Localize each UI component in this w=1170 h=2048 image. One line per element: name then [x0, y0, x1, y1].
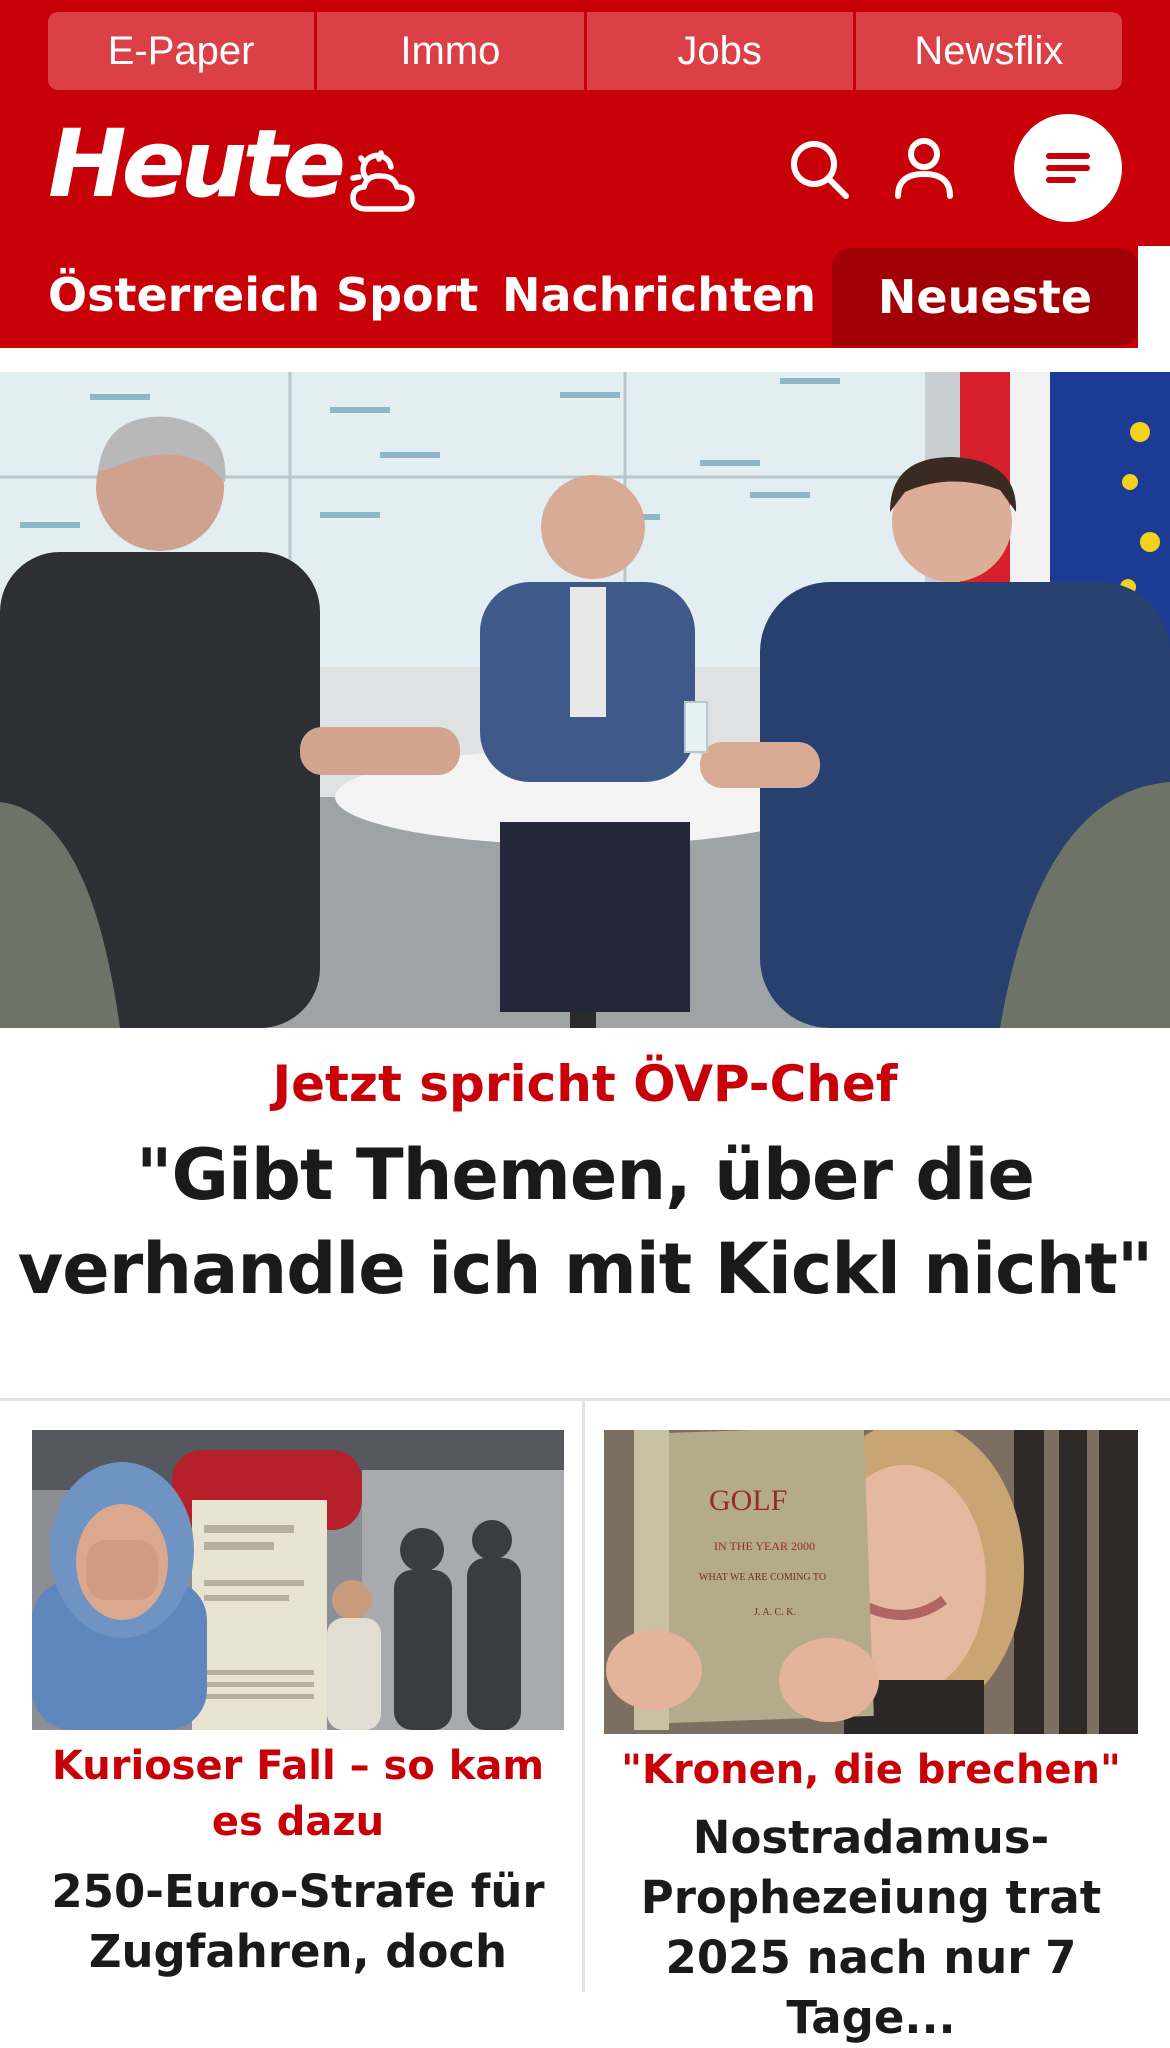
nav-item-sport[interactable]: Sport — [336, 268, 478, 322]
top-link-jobs[interactable]: Jobs — [586, 12, 856, 90]
top-link-newsflix[interactable]: Newsflix — [855, 12, 1122, 90]
svg-text:IN THE YEAR 2000: IN THE YEAR 2000 — [714, 1539, 815, 1553]
weather-icon[interactable] — [345, 145, 421, 221]
teaser-image-nostradamus[interactable]: GOLF IN THE YEAR 2000 WHAT WE ARE COMING… — [604, 1430, 1138, 1734]
hero-image[interactable] — [0, 372, 1170, 1028]
teaser-headline-nostradamus[interactable]: Nostradamus-Prophezeiung trat 2025 nach … — [604, 1808, 1138, 2048]
top-link-immo[interactable]: Immo — [317, 12, 587, 90]
top-link-epaper[interactable]: E-Paper — [48, 12, 318, 90]
teaser-headline-fine[interactable]: 250-Euro-Strafe für Zugfahren, doch — [32, 1862, 564, 1982]
teaser-kicker-nostradamus[interactable]: "Kronen, die brechen" — [604, 1742, 1138, 1798]
nav-item-neueste[interactable]: Neueste — [832, 248, 1138, 346]
teaser-kicker-fine[interactable]: Kurioser Fall – so kam es dazu — [32, 1738, 564, 1850]
column-divider — [582, 1398, 585, 1992]
hero-kicker[interactable]: Jetzt spricht ÖVP-Chef — [0, 1048, 1170, 1120]
site-header: E-Paper Immo Jobs Newsflix Heute Österre… — [0, 0, 1170, 348]
header-notch — [1138, 246, 1170, 348]
search-icon[interactable] — [786, 136, 852, 202]
teaser-image-fine[interactable] — [32, 1430, 564, 1730]
menu-button[interactable] — [1014, 114, 1122, 222]
hero-headline[interactable]: "Gibt Themen, über die verhandle ich mit… — [10, 1128, 1160, 1316]
top-links-bar: E-Paper Immo Jobs Newsflix — [48, 12, 1122, 90]
svg-text:GOLF: GOLF — [709, 1484, 787, 1517]
svg-text:WHAT WE ARE COMING TO: WHAT WE ARE COMING TO — [699, 1572, 826, 1583]
user-icon[interactable] — [890, 134, 958, 202]
main-nav: Österreich Sport Nachrichten Neueste — [0, 246, 1170, 348]
menu-icon — [1046, 153, 1090, 183]
site-logo[interactable]: Heute — [48, 118, 346, 212]
svg-text:J. A. C. K.: J. A. C. K. — [754, 1607, 796, 1618]
nav-item-nachrichten[interactable]: Nachrichten — [502, 268, 816, 322]
nav-item-oesterreich[interactable]: Österreich — [48, 268, 320, 322]
section-divider — [0, 1398, 1170, 1401]
